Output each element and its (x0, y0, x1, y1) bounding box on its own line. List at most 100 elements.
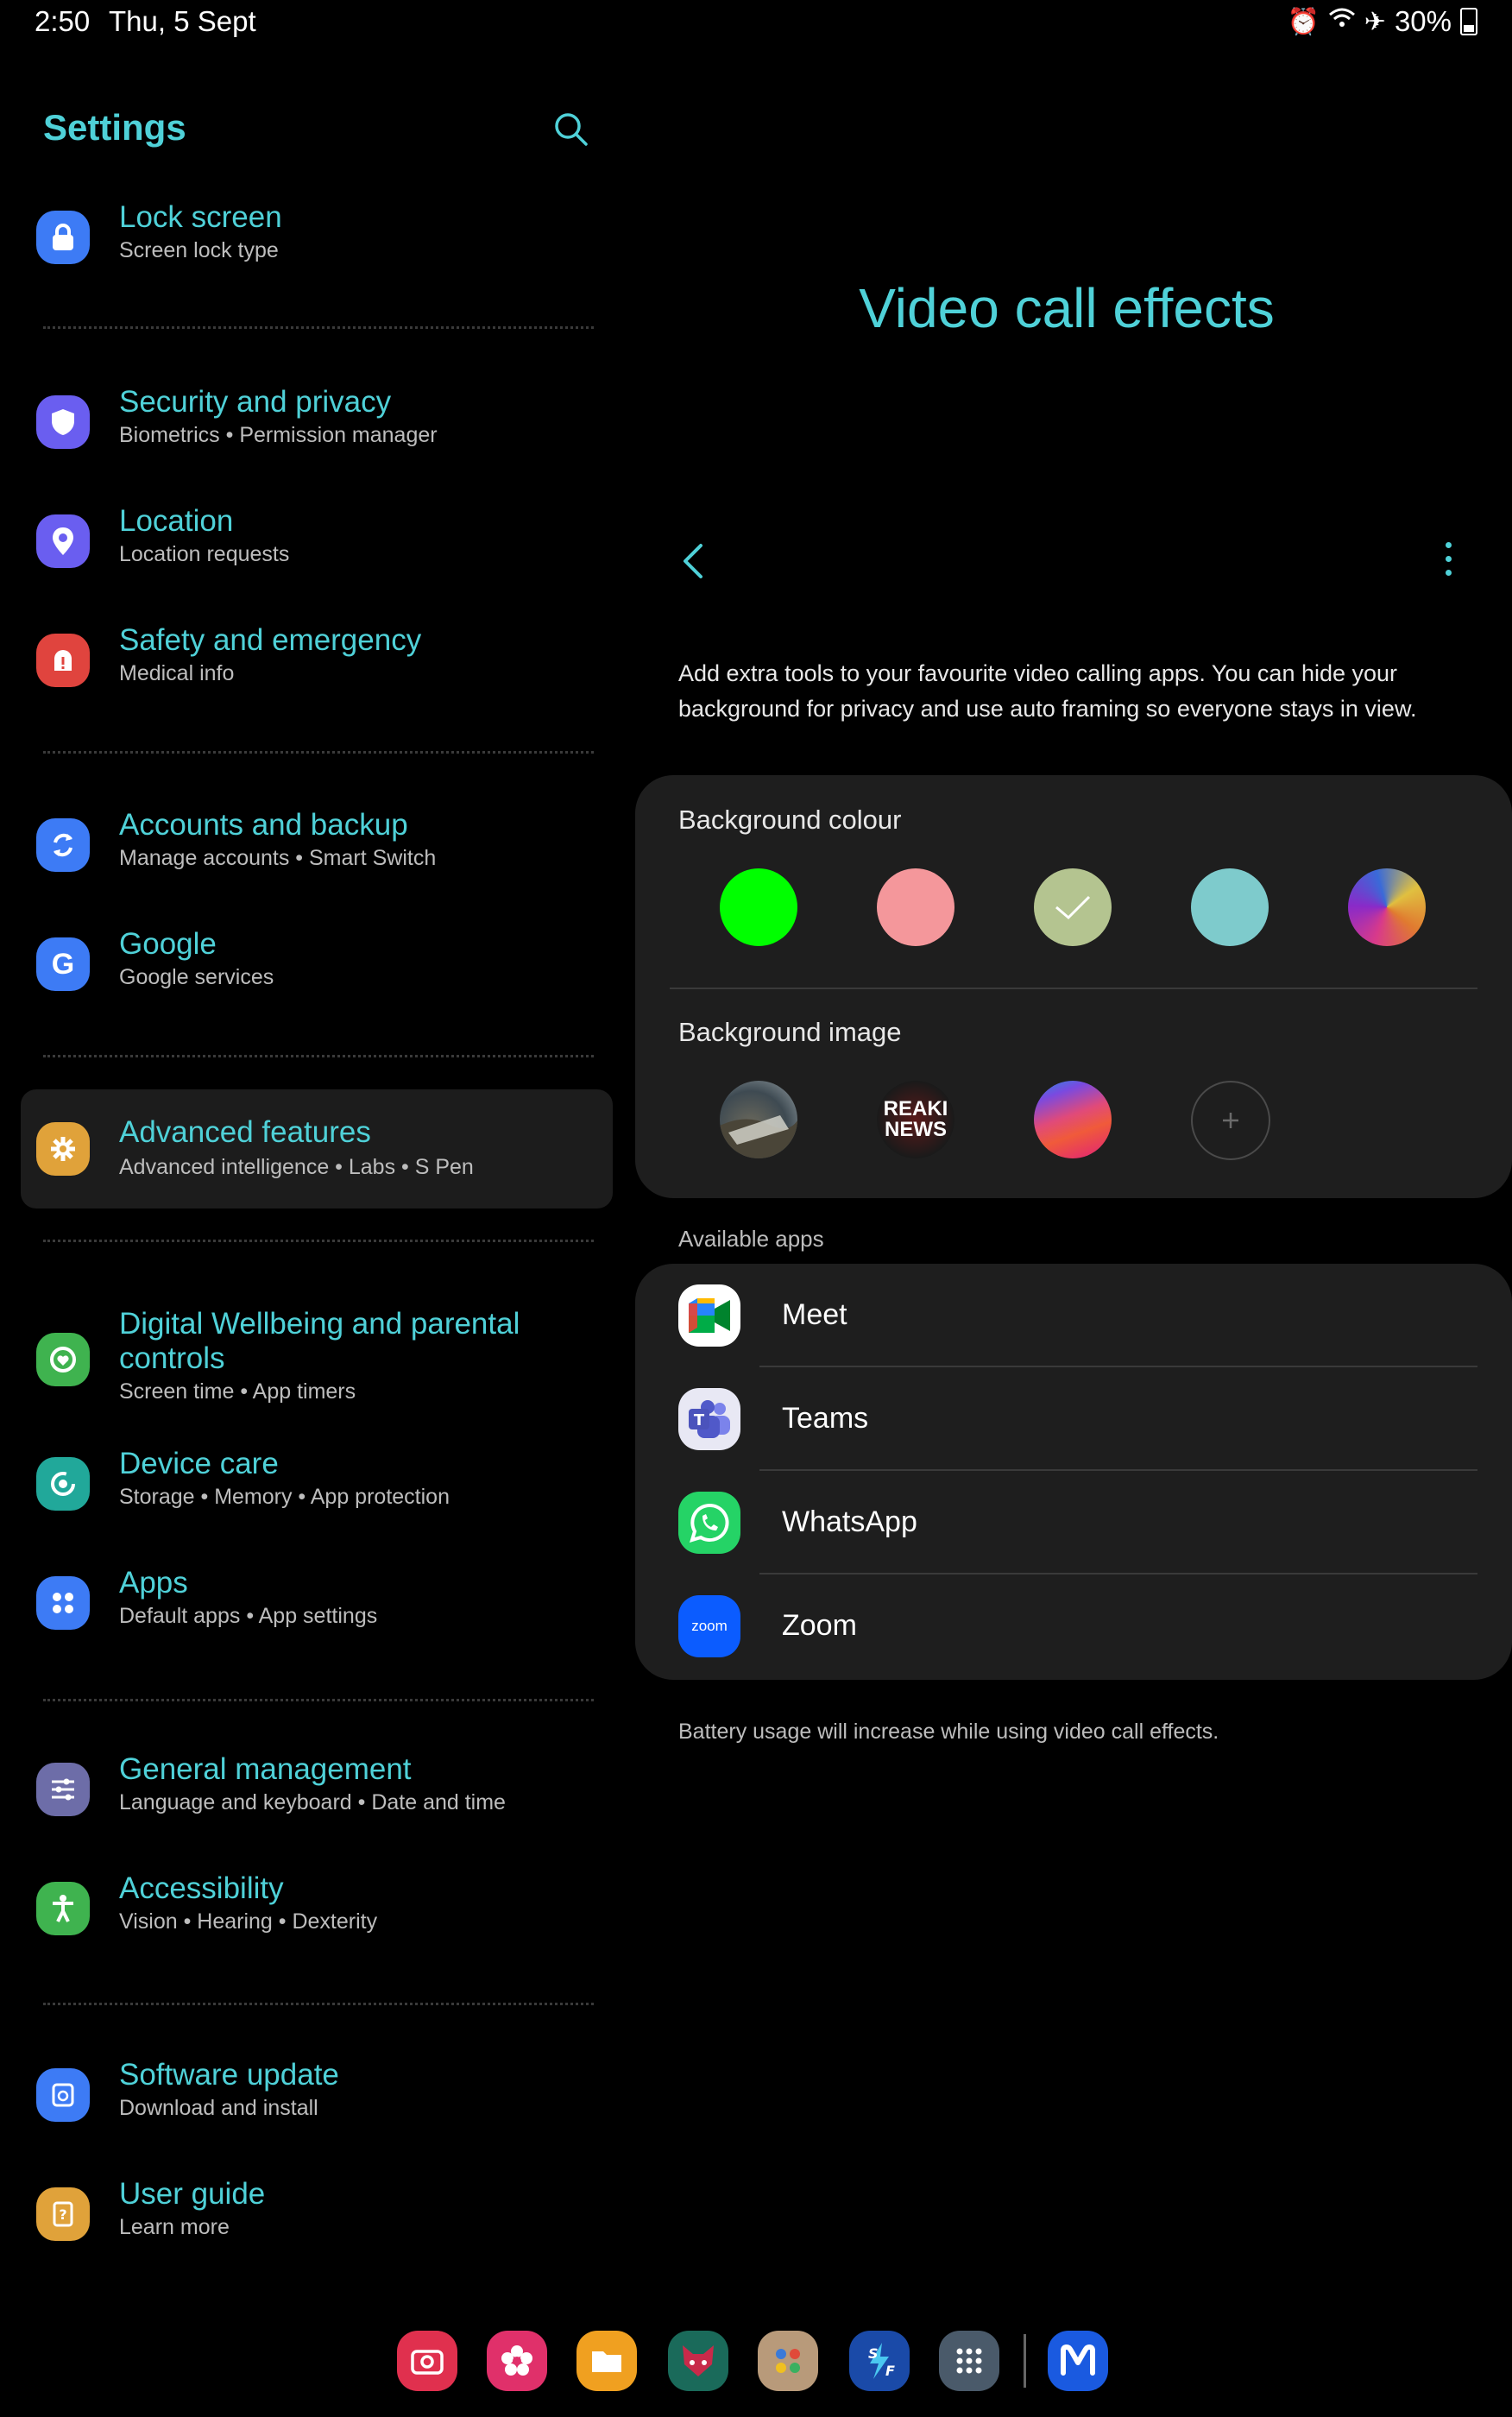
settings-item-location[interactable]: Location Location requests (21, 492, 613, 596)
item-title: Digital Wellbeing and parental controls (119, 1307, 520, 1375)
sf-app-icon[interactable]: SF (849, 2331, 910, 2391)
item-subtitle: Vision • Hearing • Dexterity (119, 1909, 378, 1934)
background-image-breaking-news[interactable]: REAKI NEWS (877, 1081, 954, 1158)
battery-percent: 30% (1394, 5, 1452, 37)
background-image-landscape[interactable] (720, 1081, 797, 1158)
app-row-whatsapp[interactable]: WhatsApp (635, 1471, 1512, 1575)
status-icons: ⏰ ✈ 30% (1287, 5, 1477, 38)
item-subtitle: Screen lock type (119, 238, 279, 262)
colour-swatch-green[interactable] (720, 868, 797, 946)
background-colour-label: Background colour (678, 805, 902, 835)
search-icon[interactable] (552, 110, 590, 148)
item-title: Apps (119, 1566, 188, 1600)
item-title: General management (119, 1752, 412, 1786)
gallery-app-icon[interactable] (487, 2331, 547, 2391)
app-row-meet[interactable]: Meet (635, 1264, 1512, 1367)
settings-item-software-update[interactable]: Software update Download and install (21, 2046, 613, 2149)
location-pin-icon (36, 514, 90, 568)
whatsapp-icon (678, 1492, 740, 1554)
background-image-label: Background image (678, 1017, 902, 1047)
settings-item-digital-wellbeing[interactable]: Digital Wellbeing and parental controls … (21, 1295, 613, 1424)
item-title: Advanced features (119, 1115, 371, 1149)
settings-item-safety-emergency[interactable]: Safety and emergency Medical info (21, 611, 613, 715)
item-subtitle: Manage accounts • Smart Switch (119, 846, 437, 870)
shield-icon (36, 395, 90, 449)
apps-grid-icon (36, 1576, 90, 1630)
device-care-icon (36, 1457, 90, 1511)
divider (43, 1055, 594, 1057)
guide-icon: ? (36, 2187, 90, 2241)
settings-item-security-privacy[interactable]: Security and privacy Biometrics • Permis… (21, 373, 613, 476)
colour-swatch-custom-gradient[interactable] (1348, 868, 1426, 946)
sync-icon (36, 818, 90, 872)
add-image-button[interactable] (1191, 1081, 1270, 1160)
app-name: WhatsApp (782, 1505, 917, 1538)
more-options-button[interactable] (1440, 542, 1457, 585)
description: Add extra tools to your favourite video … (678, 660, 1417, 722)
back-button[interactable] (675, 535, 709, 587)
divider (43, 1240, 594, 1242)
item-title: Accounts and backup (119, 808, 408, 842)
divider (670, 988, 1477, 989)
settings-item-accessibility[interactable]: Accessibility Vision • Hearing • Dexteri… (21, 1859, 613, 1963)
item-subtitle: Language and keyboard • Date and time (119, 1790, 506, 1814)
item-subtitle: Storage • Memory • App protection (119, 1485, 450, 1509)
m-app-icon[interactable] (1048, 2331, 1108, 2391)
checkmark-icon (1055, 895, 1091, 920)
item-title: Software update (119, 2058, 339, 2092)
colour-swatch-pink[interactable] (877, 868, 954, 946)
settings-item-general-management[interactable]: General management Language and keyboard… (21, 1740, 613, 1844)
puzzle-gear-icon (36, 1122, 90, 1176)
settings-item-apps[interactable]: Apps Default apps • App settings (21, 1554, 613, 1657)
alarm-icon: ⏰ (1287, 7, 1320, 36)
app-name: Meet (782, 1298, 847, 1331)
background-options-card: Background colour Background image REAKI… (635, 775, 1512, 1198)
item-subtitle: Biometrics • Permission manager (119, 423, 438, 447)
meet-icon (678, 1284, 740, 1347)
svg-text:S: S (868, 2345, 879, 2362)
chevron-left-icon (684, 544, 702, 578)
google-icon: G (36, 937, 90, 991)
settings-item-accounts-backup[interactable]: Accounts and backup Manage accounts • Sm… (21, 796, 613, 899)
divider (43, 1699, 594, 1701)
item-title: Accessibility (119, 1871, 284, 1905)
app-name: Teams (782, 1402, 869, 1435)
available-apps-card: Meet T Teams WhatsApp zoom Zoom (635, 1264, 1512, 1680)
item-subtitle: Learn more (119, 2215, 230, 2239)
item-subtitle: Google services (119, 965, 274, 989)
app-row-teams[interactable]: T Teams (635, 1367, 1512, 1471)
teams-icon: T (678, 1388, 740, 1450)
update-icon (36, 2068, 90, 2122)
background-image-gradient-wallpaper[interactable] (1034, 1081, 1112, 1158)
item-subtitle: Screen time • App timers (119, 1379, 356, 1404)
item-subtitle: Advanced intelligence • Labs • S Pen (119, 1155, 474, 1179)
settings-item-lock-screen[interactable]: Lock screen Screen lock type (21, 188, 613, 292)
app-row-zoom[interactable]: zoom Zoom (635, 1575, 1512, 1678)
app-folder-icon[interactable] (758, 2331, 818, 2391)
colour-swatch-sage-selected[interactable] (1034, 868, 1112, 946)
page-title: Video call effects (859, 277, 1275, 339)
item-title: Security and privacy (119, 385, 392, 419)
settings-title: Settings (43, 107, 186, 148)
lock-icon (36, 211, 90, 264)
my-files-app-icon[interactable] (576, 2331, 637, 2391)
app-drawer-icon[interactable] (939, 2331, 999, 2391)
item-title: Lock screen (119, 200, 282, 234)
plus-icon (1223, 1113, 1238, 1128)
zoom-icon: zoom (678, 1595, 740, 1657)
dot (1445, 556, 1452, 562)
camera-app-icon[interactable] (397, 2331, 457, 2391)
svg-text:T: T (694, 1411, 705, 1429)
divider (43, 751, 594, 754)
colour-swatch-teal[interactable] (1191, 868, 1269, 946)
settings-panel: Settings Lock screen Screen lock type Se… (0, 0, 621, 2417)
svg-text:F: F (885, 2363, 895, 2379)
item-subtitle: Download and install (119, 2096, 318, 2120)
fox-app-icon[interactable] (668, 2331, 728, 2391)
settings-item-advanced-features[interactable]: Advanced features Advanced intelligence … (21, 1089, 613, 1208)
settings-item-google[interactable]: G Google Google services (21, 915, 613, 1019)
battery-icon (1460, 8, 1477, 35)
svg-text:?: ? (59, 2206, 66, 2223)
settings-item-device-care[interactable]: Device care Storage • Memory • App prote… (21, 1435, 613, 1538)
settings-item-user-guide[interactable]: ? User guide Learn more (21, 2165, 613, 2269)
